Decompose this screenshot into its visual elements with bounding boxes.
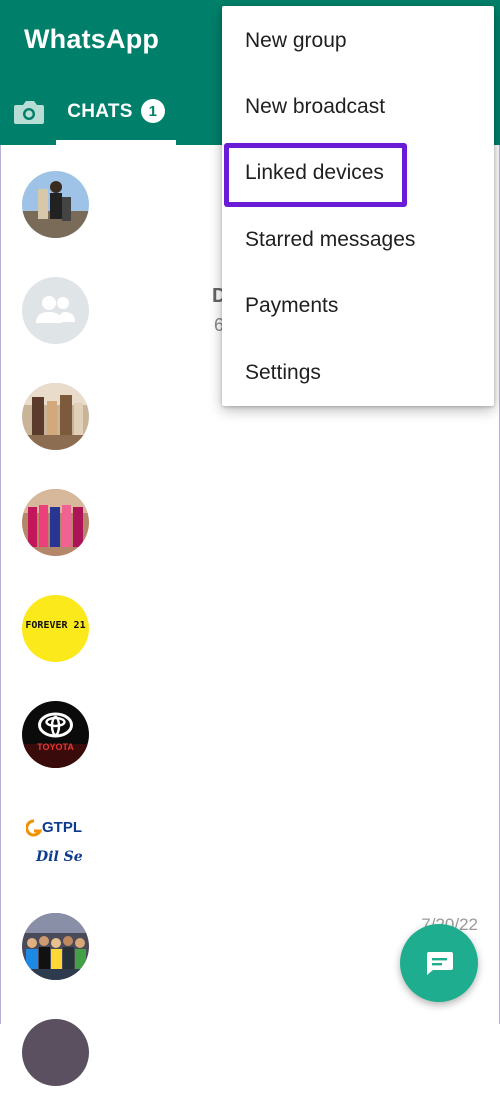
app-title: WhatsApp	[24, 24, 160, 54]
avatar	[22, 171, 89, 238]
camera-tab[interactable]	[12, 96, 46, 128]
menu-item-payments[interactable]: Payments	[222, 273, 494, 339]
chat-row[interactable]: FOREVER 21	[0, 569, 500, 675]
gtpl-logo: GTPL Dil Se	[22, 807, 89, 874]
chat-row[interactable]	[0, 993, 500, 1099]
menu-item-new-broadcast[interactable]: New broadcast	[222, 74, 494, 140]
group-default-icon	[22, 277, 89, 344]
menu-item-settings[interactable]: Settings	[222, 340, 494, 406]
avatar	[22, 489, 89, 556]
avatar	[22, 383, 89, 450]
chat-row[interactable]: GTPL Dil Se	[0, 781, 500, 887]
avatar	[22, 1019, 89, 1086]
menu-item-new-group[interactable]: New group	[222, 8, 494, 74]
tab-chats[interactable]: CHATS 1	[56, 94, 176, 144]
gtpl-logo-text: GTPL	[42, 819, 82, 836]
new-chat-button[interactable]	[400, 924, 478, 1002]
new-chat-icon	[427, 952, 453, 975]
camera-icon	[14, 101, 44, 124]
avatar	[22, 913, 89, 980]
tab-chats-label: CHATS	[67, 101, 133, 122]
chat-row[interactable]	[0, 463, 500, 569]
toyota-logo: TOYOTA	[22, 701, 89, 768]
toyota-logo-text: TOYOTA	[37, 742, 74, 752]
gtpl-logo-subtext: Dil Se	[36, 849, 83, 865]
forever21-logo: FOREVER 21	[22, 595, 89, 662]
highlight-box	[224, 143, 407, 207]
forever21-logo-text: FOREVER 21	[25, 620, 86, 631]
unread-badge: 1	[140, 99, 165, 123]
chat-row[interactable]: TOYOTA	[0, 675, 500, 781]
menu-item-starred-messages[interactable]: Starred messages	[222, 207, 494, 273]
